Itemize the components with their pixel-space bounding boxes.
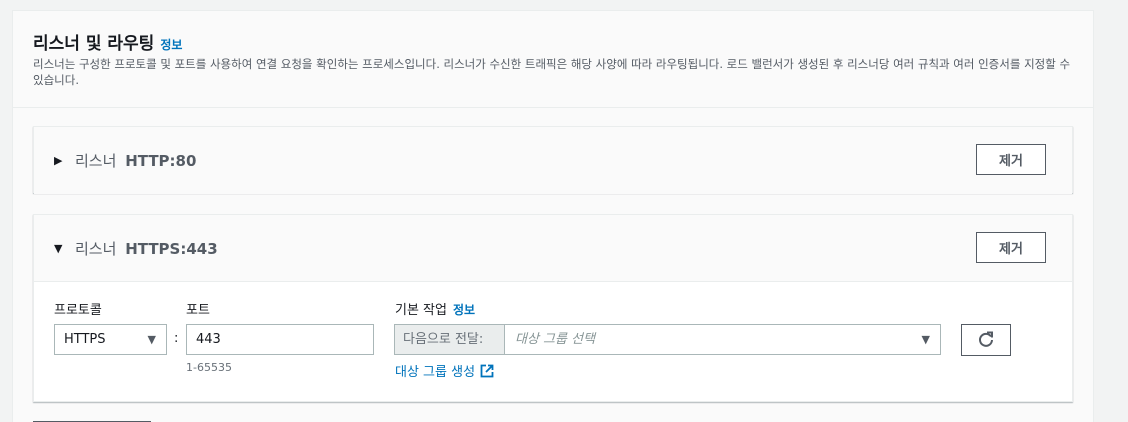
protocol-select[interactable]: HTTPS ▼ (54, 324, 167, 355)
refresh-button[interactable] (961, 324, 1011, 356)
caret-down-icon: ▼ (921, 333, 930, 346)
protocol-port-separator: : (174, 331, 179, 346)
caret-down-icon[interactable]: ▼ (54, 242, 62, 255)
listener-header-https[interactable]: ▼ 리스너 HTTPS:443 제거 (34, 215, 1072, 282)
protocol-label: 프로토콜 (54, 303, 102, 318)
caret-right-icon[interactable]: ▶ (54, 154, 62, 167)
listener-prefix: 리스너 (75, 152, 117, 170)
create-target-group-text: 대상 그룹 생성 (395, 365, 476, 380)
target-group-placeholder: 대상 그룹 선택 (515, 332, 596, 347)
listener-name: HTTP:80 (125, 152, 197, 170)
protocol-value: HTTPS (64, 332, 106, 347)
panel-header: 리스너 및 라우팅 정보 리스너는 구성한 프로토콜 및 포트를 사용하여 연결 … (13, 11, 1093, 108)
port-range-hint: 1-65535 (186, 361, 232, 374)
external-link-icon (480, 364, 494, 377)
info-link[interactable]: 정보 (453, 303, 475, 317)
refresh-icon (979, 331, 993, 347)
default-action-label: 기본 작업 정보 (395, 299, 475, 318)
create-target-group-link[interactable]: 대상 그룹 생성 (395, 361, 494, 380)
target-group-select[interactable]: 다음으로 전달: 대상 그룹 선택 ▼ (394, 324, 941, 355)
listener-card-https: ▼ 리스너 HTTPS:443 제거 프로토콜 포트 기본 작업 정보 HTTPS… (33, 214, 1073, 402)
listener-title: 리스너 HTTP:80 (75, 150, 196, 171)
listeners-routing-panel: 리스너 및 라우팅 정보 리스너는 구성한 프로토콜 및 포트를 사용하여 연결 … (12, 10, 1094, 422)
port-input[interactable]: 443 (186, 324, 374, 355)
listener-header-http[interactable]: ▶ 리스너 HTTP:80 제거 (34, 127, 1072, 194)
port-label: 포트 (186, 303, 210, 318)
section-title-text: 리스너 및 라우팅 (33, 34, 155, 54)
default-action-label-text: 기본 작업 (395, 303, 447, 318)
section-title: 리스너 및 라우팅 정보 (33, 29, 182, 54)
caret-down-icon: ▼ (147, 333, 156, 346)
remove-listener-button[interactable]: 제거 (976, 144, 1046, 175)
section-description: 리스너는 구성한 프로토콜 및 포트를 사용하여 연결 요청을 확인하는 프로세… (33, 57, 1071, 87)
forward-to-prefix: 다음으로 전달: (395, 325, 505, 354)
listener-prefix: 리스너 (75, 240, 117, 258)
listener-name: HTTPS:443 (125, 240, 218, 258)
listener-card-http: ▶ 리스너 HTTP:80 제거 (33, 126, 1073, 194)
listener-title: 리스너 HTTPS:443 (75, 238, 218, 259)
remove-listener-button[interactable]: 제거 (976, 232, 1046, 263)
info-link[interactable]: 정보 (160, 38, 182, 52)
